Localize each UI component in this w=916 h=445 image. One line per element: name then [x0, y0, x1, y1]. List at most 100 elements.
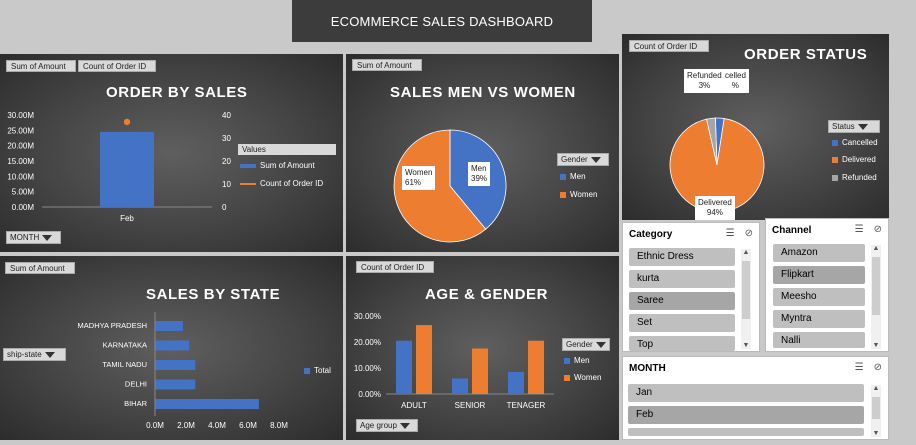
scroll-down-icon[interactable]: ▼	[741, 342, 751, 349]
gender-filter-button[interactable]: MenGender	[562, 338, 610, 351]
status-filter-button[interactable]: Status	[828, 120, 880, 133]
slicer-item-kurta[interactable]: kurta	[629, 270, 735, 288]
legend-refunded: Refunded	[832, 173, 877, 182]
bar-total	[155, 360, 196, 370]
y-axis-tick-label: 0.00%	[358, 390, 381, 399]
scroll-down-icon[interactable]: ▼	[871, 342, 881, 349]
legend-cancelled: Cancelled	[832, 138, 878, 147]
month-scrollbar[interactable]: ▲ ▼	[871, 385, 881, 437]
scroll-up-icon[interactable]: ▲	[871, 385, 881, 392]
legend-sum-of-amount: Sum of Amount	[240, 161, 315, 170]
age-group-filter-button[interactable]: Age group	[356, 419, 418, 432]
bar-men	[396, 340, 412, 394]
slicer-item-amazon[interactable]: Amazon	[773, 244, 865, 262]
slicer-item-feb[interactable]: Feb	[628, 406, 864, 424]
clear-filter-icon[interactable]: ⊘	[874, 224, 882, 235]
x-axis-tick-label: TENAGER	[507, 401, 546, 410]
clear-filter-icon[interactable]: ⊘	[874, 362, 882, 373]
scroll-down-icon[interactable]: ▼	[871, 430, 881, 437]
bar-total	[155, 379, 196, 390]
bar-women	[472, 348, 488, 394]
y-axis-tick-label: 30.00%	[354, 312, 381, 321]
y-axis-tick-label: 10.00%	[354, 364, 381, 373]
slicer-item-top[interactable]: Top	[629, 336, 735, 351]
slicer-item-myntra[interactable]: Myntra	[773, 310, 865, 328]
delivered-data-label: Delivered 94%	[695, 196, 735, 220]
x-axis-tick-label: 4.0M	[208, 421, 226, 430]
y-axis-tick-label: 0.00M	[12, 203, 35, 212]
bar-total	[155, 340, 190, 351]
bar-total	[155, 321, 183, 331]
channel-slicer: Channel ☰ ⊘ Amazon Flipkart Meesho Myntra…	[765, 218, 889, 352]
y-axis-tick-label: 10.00M	[7, 172, 34, 181]
men-data-label: Men 39%	[468, 162, 491, 186]
bar-men	[508, 371, 524, 394]
category-slicer-title: Category	[629, 229, 673, 240]
sales-men-women-panel: Sum of Amount SALES MEN VS WOMEN Women 61…	[346, 54, 619, 252]
clear-filter-icon[interactable]: ⊘	[745, 228, 753, 239]
scroll-up-icon[interactable]: ▲	[741, 249, 751, 256]
x-axis-tick-label: 6.0M	[239, 421, 257, 430]
bar-men	[452, 378, 468, 394]
legend-delivered: Delivered	[832, 155, 876, 164]
month-slicer-title: MONTH	[629, 363, 666, 374]
bar-women	[416, 325, 432, 394]
cancelled-data-label: celled%	[722, 69, 749, 93]
slicer-item-nalli[interactable]: Nalli	[773, 332, 865, 348]
scroll-up-icon[interactable]: ▲	[871, 245, 881, 252]
y2-axis-tick-label: 30	[222, 134, 231, 143]
category-scrollbar[interactable]: ▲ ▼	[741, 249, 751, 349]
x-axis-tick-label: Feb	[120, 214, 134, 223]
gender-filter-button[interactable]: Gender	[557, 153, 609, 166]
category-label: MADHYA PRADESH	[78, 321, 147, 330]
age-gender-panel: Count of Order ID AGE & GENDER 30.00% 20.…	[346, 256, 619, 440]
refunded-data-label: Refunded 3%	[684, 69, 725, 93]
y-axis-tick-label: 5.00M	[12, 188, 35, 197]
y-axis-tick-label: 15.00M	[7, 157, 34, 166]
category-label: BIHAR	[124, 399, 148, 408]
legend-count-of-order-id: Count of Order ID	[240, 179, 323, 188]
y-axis-tick-label: 25.00M	[7, 126, 34, 135]
slicer-item-meesho[interactable]: Meesho	[773, 288, 865, 306]
slicer-item-saree[interactable]: Saree	[629, 292, 735, 310]
category-label: DELHI	[125, 380, 147, 389]
y-axis-tick-label: 30.00M	[7, 111, 34, 120]
legend-women: Women	[560, 190, 597, 199]
x-axis-tick-label: SENIOR	[455, 401, 486, 410]
slicer-item-set[interactable]: Set	[629, 314, 735, 332]
channel-slicer-title: Channel	[772, 225, 812, 236]
bar-total	[155, 399, 259, 409]
legend-men: Men	[560, 172, 586, 181]
women-data-label: Women 61%	[402, 166, 436, 190]
channel-scrollbar[interactable]: ▲ ▼	[871, 245, 881, 349]
point-count-of-order-id-feb	[123, 118, 131, 126]
y-axis-tick-label: 20.00%	[354, 338, 381, 347]
multi-select-icon[interactable]: ☰	[726, 228, 735, 239]
y2-axis-tick-label: 20	[222, 157, 231, 166]
x-axis-tick-label: 8.0M	[270, 421, 288, 430]
multi-select-icon[interactable]: ☰	[855, 224, 864, 235]
dashboard-title: ECOMMERCE SALES DASHBOARD	[292, 0, 592, 42]
order-by-sales-panel: Sum of Amount Count of Order ID ORDER BY…	[0, 54, 343, 252]
multi-select-icon[interactable]: ☰	[855, 362, 864, 373]
y2-axis-tick-label: 40	[222, 111, 231, 120]
legend-total: Total	[304, 366, 331, 375]
category-label: KARNATAKA	[103, 341, 147, 350]
slicer-item-flipkart[interactable]: Flipkart	[773, 266, 865, 284]
category-slicer: Category ☰ ⊘ Ethnic Dress kurta Saree Set…	[622, 222, 760, 352]
y2-axis-tick-label: 10	[222, 180, 231, 189]
ship-state-filter-button[interactable]: ship-state	[3, 348, 66, 361]
slicer-item-jan[interactable]: Jan	[628, 384, 864, 402]
x-axis-tick-label: 2.0M	[177, 421, 195, 430]
values-legend-title: Values	[238, 144, 336, 155]
month-filter-button[interactable]: MONTH	[6, 231, 61, 244]
month-slicer: MONTH ☰ ⊘ Jan Feb ▲ ▼	[622, 356, 889, 440]
y-axis-tick-label: 20.00M	[7, 142, 34, 151]
x-axis-tick-label: ADULT	[401, 401, 427, 410]
order-status-panel: Count of Order ID ORDER STATUS Refunded 3…	[622, 34, 889, 220]
category-label: TAMIL NADU	[102, 360, 147, 369]
bar-sum-of-amount-feb	[100, 131, 154, 207]
bar-women	[528, 340, 544, 394]
slicer-item-ethnic-dress[interactable]: Ethnic Dress	[629, 248, 735, 266]
legend-women: Women	[564, 373, 601, 382]
